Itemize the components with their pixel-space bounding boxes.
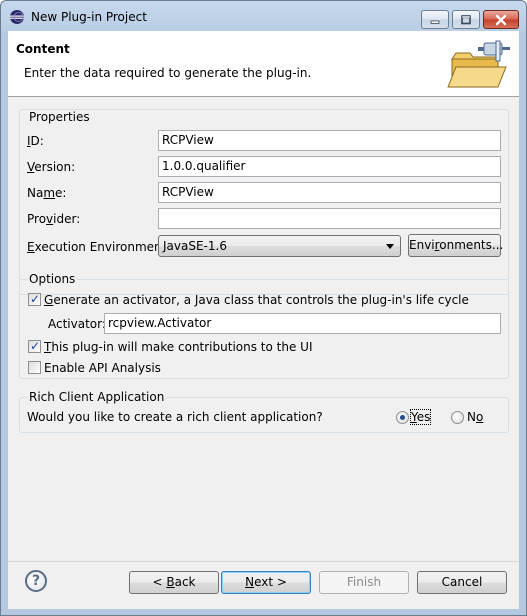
options-group-label: Options bbox=[27, 272, 78, 286]
rca-yes-radio[interactable] bbox=[396, 411, 409, 424]
ui-contributions-checkbox[interactable]: ✓ bbox=[28, 339, 41, 353]
dropdown-arrow-icon bbox=[386, 244, 394, 249]
enable-api-analysis-label[interactable]: Enable API Analysis bbox=[44, 361, 161, 375]
id-label: ID: bbox=[27, 134, 44, 148]
execution-environment-select[interactable]: JavaSE-1.6 bbox=[158, 235, 401, 257]
rich-client-group-label: Rich Client Application bbox=[27, 390, 167, 404]
page-title: Content bbox=[16, 42, 70, 56]
eclipse-icon bbox=[10, 10, 24, 24]
window-title: New Plug-in Project bbox=[31, 10, 147, 24]
rca-yes-label[interactable]: Yes bbox=[409, 409, 432, 425]
plugin-folder-icon bbox=[447, 40, 510, 88]
close-icon bbox=[495, 14, 507, 25]
footer-separator bbox=[8, 561, 519, 562]
check-icon: ✓ bbox=[30, 292, 41, 306]
environments-button[interactable]: Environments... bbox=[408, 234, 503, 257]
provider-input[interactable] bbox=[158, 208, 501, 229]
dialog-client-area: Content Enter the data required to gener… bbox=[8, 31, 519, 609]
dialog-window: New Plug-in Project Content Enter the da… bbox=[0, 0, 527, 616]
close-button[interactable] bbox=[483, 10, 519, 29]
page-description: Enter the data required to generate the … bbox=[24, 66, 312, 80]
back-button[interactable]: < Back bbox=[129, 571, 219, 594]
maximize-icon bbox=[461, 14, 471, 24]
activator-label: Activator: bbox=[48, 317, 106, 331]
generate-activator-checkbox[interactable]: ✓ bbox=[28, 292, 41, 306]
name-label: Name: bbox=[27, 186, 67, 200]
maximize-button[interactable] bbox=[452, 10, 480, 29]
ui-contributions-label[interactable]: This plug-in will make contributions to … bbox=[44, 340, 312, 354]
title-bar[interactable]: New Plug-in Project bbox=[1, 1, 526, 31]
rca-no-radio[interactable] bbox=[451, 411, 464, 424]
finish-button[interactable]: Finish bbox=[319, 571, 409, 594]
rich-client-question: Would you like to create a rich client a… bbox=[27, 410, 323, 424]
minimize-button[interactable] bbox=[421, 10, 449, 29]
provider-label: Provider: bbox=[27, 212, 81, 226]
id-input[interactable]: RCPView bbox=[158, 130, 501, 151]
execution-environment-label: Execution Environment: bbox=[27, 240, 171, 254]
properties-group-label: Properties bbox=[27, 110, 92, 124]
generate-activator-label[interactable]: Generate an activator, a Java class that… bbox=[44, 293, 469, 307]
execution-environment-value: JavaSE-1.6 bbox=[163, 239, 227, 253]
next-button[interactable]: Next > bbox=[221, 571, 311, 594]
radio-selected-dot bbox=[400, 415, 405, 420]
version-input[interactable]: 1.0.0.qualifier bbox=[158, 156, 501, 177]
cancel-button[interactable]: Cancel bbox=[417, 571, 507, 594]
check-icon: ✓ bbox=[30, 339, 41, 353]
minimize-icon bbox=[430, 20, 440, 24]
enable-api-analysis-checkbox[interactable] bbox=[28, 361, 41, 374]
activator-input[interactable]: rcpview.Activator bbox=[104, 313, 501, 334]
name-input[interactable]: RCPView bbox=[158, 182, 501, 203]
wizard-header: Content Enter the data required to gener… bbox=[8, 31, 519, 97]
help-icon[interactable]: ? bbox=[25, 570, 47, 592]
version-label: Version: bbox=[27, 160, 76, 174]
rca-no-label[interactable]: No bbox=[467, 410, 483, 424]
